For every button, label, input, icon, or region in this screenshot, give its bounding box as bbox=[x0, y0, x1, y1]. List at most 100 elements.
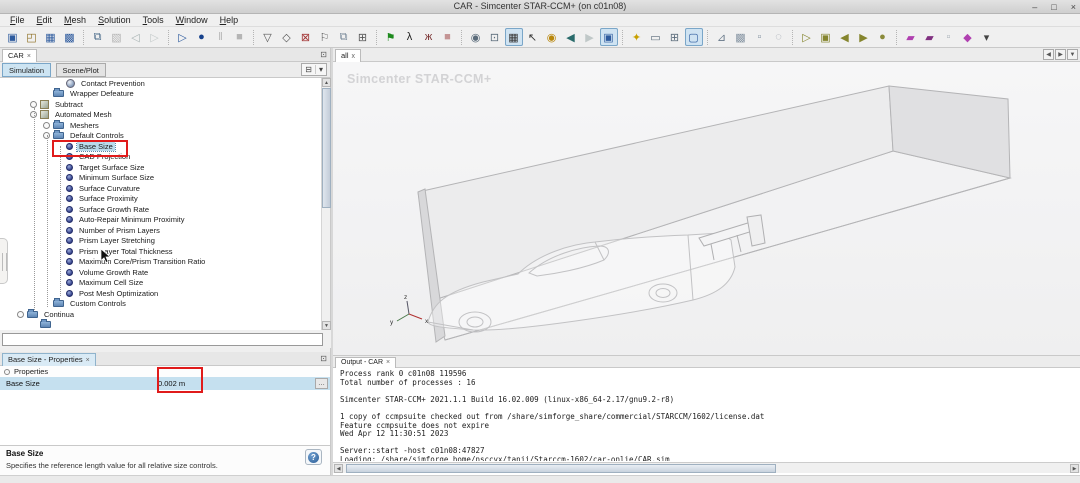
tree-item-base-size[interactable]: Base Size bbox=[0, 140, 330, 152]
mesh-options-arrow-icon[interactable]: ▾ bbox=[978, 28, 996, 46]
tree-view-dropdown-icon[interactable]: ▾ bbox=[314, 65, 326, 74]
graphics-viewport[interactable]: Simcenter STAR-CCM+ z y x bbox=[333, 62, 1080, 355]
run-icon[interactable]: ● bbox=[193, 28, 211, 46]
abort-icon[interactable]: ■ bbox=[439, 28, 457, 46]
new-scene-icon[interactable]: ⊿ bbox=[713, 28, 731, 46]
menu-file[interactable]: File bbox=[4, 14, 31, 26]
solution-step-icon[interactable]: ▷ bbox=[798, 28, 816, 46]
probe-icon[interactable]: ◉ bbox=[467, 28, 485, 46]
tree-item-partial[interactable] bbox=[0, 319, 330, 331]
generate-volume-mesh-icon[interactable]: ▰ bbox=[921, 28, 939, 46]
tree-item-number-of-prism-layers[interactable]: Number of Prism Layers bbox=[0, 225, 330, 236]
expander-icon[interactable] bbox=[30, 100, 37, 108]
load-simulation-icon[interactable]: ◰ bbox=[23, 28, 41, 46]
scene-copy-icon[interactable]: ▩ bbox=[732, 28, 750, 46]
scroll-down-icon[interactable]: ▼ bbox=[322, 321, 331, 330]
tree-item-prism-layer-total-thickness[interactable]: Prism Layer Total Thickness bbox=[0, 246, 330, 257]
menu-tools[interactable]: Tools bbox=[137, 14, 170, 26]
tab-close-icon[interactable]: × bbox=[386, 359, 390, 366]
single-window-icon[interactable]: ▭ bbox=[647, 28, 665, 46]
solution-prev-icon[interactable]: ◀ bbox=[836, 28, 854, 46]
tab-close-icon[interactable]: x bbox=[352, 53, 356, 60]
highlight-outline-icon[interactable]: ▢ bbox=[684, 28, 703, 46]
show-mesh-icon[interactable]: ▦ bbox=[504, 28, 523, 46]
undo-icon[interactable]: ◁ bbox=[127, 28, 145, 46]
clear-mesh-icon[interactable]: ▫ bbox=[940, 28, 958, 46]
mesh-options-icon[interactable]: ◆ bbox=[959, 28, 977, 46]
expander-icon[interactable] bbox=[43, 121, 50, 129]
fit-view-icon[interactable]: ⊡ bbox=[486, 28, 504, 46]
close-button[interactable]: × bbox=[1071, 1, 1076, 14]
new-simulation-icon[interactable]: ▣ bbox=[4, 28, 22, 46]
scroll-left-icon[interactable]: ◀ bbox=[334, 464, 343, 473]
menu-window[interactable]: Window bbox=[170, 14, 214, 26]
flag-icon[interactable]: ⚐ bbox=[316, 28, 334, 46]
query-icon[interactable]: ◉ bbox=[543, 28, 561, 46]
menu-mesh[interactable]: Mesh bbox=[58, 14, 92, 26]
panel-float-icon[interactable]: ⊡ bbox=[320, 354, 327, 363]
tree-item-default-controls[interactable]: Default Controls bbox=[0, 130, 330, 142]
tab-next-icon[interactable]: ▶ bbox=[1055, 49, 1066, 60]
grid-layout-icon[interactable]: ⊞ bbox=[666, 28, 684, 46]
tree-item-volume-growth-rate[interactable]: Volume Growth Rate bbox=[0, 267, 330, 278]
tab-prev-icon[interactable]: ◀ bbox=[1043, 49, 1054, 60]
tree-filter-input[interactable] bbox=[2, 333, 323, 346]
tree-item-maximum-cell-size[interactable]: Maximum Cell Size bbox=[0, 278, 330, 289]
panel-float-icon[interactable]: ⊡ bbox=[320, 50, 327, 59]
tree-item-minimum-surface-size[interactable]: Minimum Surface Size bbox=[0, 173, 330, 184]
save-icon[interactable]: ▦ bbox=[42, 28, 60, 46]
tab-close-icon[interactable]: × bbox=[27, 53, 31, 60]
scroll-up-icon[interactable]: ▲ bbox=[322, 78, 331, 87]
menu-help[interactable]: Help bbox=[214, 14, 245, 26]
pause-icon[interactable]: ‖ bbox=[212, 28, 230, 46]
tab-close-icon[interactable]: × bbox=[86, 357, 90, 364]
select-mode-icon[interactable]: ↖ bbox=[524, 28, 542, 46]
expander-icon[interactable] bbox=[17, 310, 24, 318]
copy-icon[interactable]: ⧉ bbox=[89, 28, 107, 46]
tree-item-custom-controls[interactable]: Custom Controls bbox=[0, 298, 330, 310]
tab-simulation[interactable]: Simulation bbox=[2, 63, 52, 77]
tree-item-meshers[interactable]: Meshers bbox=[0, 119, 330, 131]
tab-output-car[interactable]: Output - CAR × bbox=[335, 357, 397, 368]
delete-selected-icon[interactable]: ⊠ bbox=[297, 28, 315, 46]
edit-value-button[interactable]: … bbox=[315, 378, 328, 389]
step-case-icon[interactable]: λ bbox=[401, 28, 419, 46]
scene-select-icon[interactable]: ▫ bbox=[751, 28, 769, 46]
redo-icon[interactable]: ▷ bbox=[146, 28, 164, 46]
generate-surface-mesh-icon[interactable]: ▰ bbox=[902, 28, 920, 46]
tree-item-auto-repair-minimum-proximity[interactable]: Auto-Repair Minimum Proximity bbox=[0, 215, 330, 226]
tree-item-surface-curvature[interactable]: Surface Curvature bbox=[0, 183, 330, 194]
output-scroll-thumb[interactable] bbox=[346, 464, 776, 473]
scene-refresh-icon[interactable]: ◌ bbox=[770, 28, 788, 46]
tree-item-automated-mesh[interactable]: Automated Mesh bbox=[0, 110, 330, 121]
output-console[interactable]: Process rank 0 c01n08 119596 Total number… bbox=[333, 369, 1069, 461]
tree-item-subtract[interactable]: Subtract bbox=[0, 99, 330, 110]
tree-item-prism-layer-stretching[interactable]: Prism Layer Stretching bbox=[0, 236, 330, 247]
tab-base-size-properties[interactable]: Base Size - Properties × bbox=[2, 353, 96, 366]
view-back-icon[interactable]: ◀ bbox=[562, 28, 580, 46]
solution-next-icon[interactable]: ▶ bbox=[855, 28, 873, 46]
tree-view-icon[interactable]: ⊟ bbox=[302, 65, 315, 74]
tree-item-maximum-core-prism-transition-ratio[interactable]: Maximum Core/Prism Transition Ratio bbox=[0, 257, 330, 268]
tree-item-surface-proximity[interactable]: Surface Proximity bbox=[0, 194, 330, 205]
tab-all-scene[interactable]: all x bbox=[335, 49, 362, 62]
maximize-button[interactable]: □ bbox=[1051, 1, 1056, 14]
initialize-solution-icon[interactable]: ⚑ bbox=[382, 28, 400, 46]
run-case-icon[interactable]: ж bbox=[420, 28, 438, 46]
solution-save-icon[interactable]: ▣ bbox=[817, 28, 835, 46]
view-forward-icon[interactable]: ▶ bbox=[581, 28, 599, 46]
menu-solution[interactable]: Solution bbox=[92, 14, 137, 26]
tree-scroll-thumb[interactable] bbox=[322, 88, 331, 208]
tree-item-surface-growth-rate[interactable]: Surface Growth Rate bbox=[0, 204, 330, 215]
tab-car[interactable]: CAR × bbox=[2, 49, 37, 62]
rotate-hand-icon[interactable]: ✦ bbox=[628, 28, 646, 46]
tree-item-post-mesh-optimization[interactable]: Post Mesh Optimization bbox=[0, 288, 330, 299]
data-table-icon[interactable]: ⊞ bbox=[354, 28, 372, 46]
panel-collapse-handle[interactable] bbox=[0, 238, 8, 284]
collapse-knob-icon[interactable] bbox=[4, 368, 10, 375]
tab-scene-plot[interactable]: Scene/Plot bbox=[55, 63, 106, 77]
help-button[interactable]: ? bbox=[305, 449, 322, 465]
select-zones-icon[interactable]: ◇ bbox=[278, 28, 296, 46]
paste-icon[interactable]: ▧ bbox=[108, 28, 126, 46]
tree-item-cad-projection[interactable]: CAD Projection bbox=[0, 152, 330, 163]
